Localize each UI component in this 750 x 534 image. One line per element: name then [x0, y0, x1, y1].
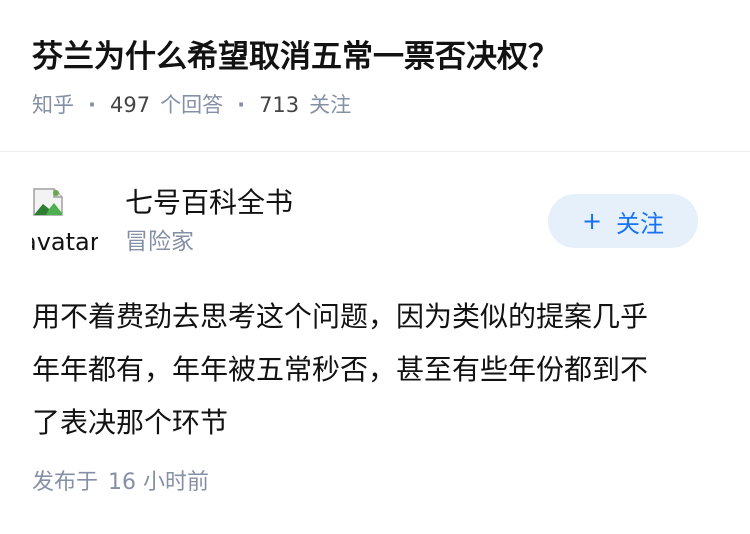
- answer-content[interactable]: 用不着费劲去思考这个问题，因为类似的提案几乎 年年都有，年年被五常秒否，甚至有些…: [32, 290, 707, 449]
- published-prefix: 发布于: [32, 470, 99, 495]
- answer-content-line: 年年都有，年年被五常秒否，甚至有些年份都到不: [32, 353, 649, 386]
- broken-image-icon: [33, 188, 63, 216]
- answer-count: 497: [109, 93, 151, 117]
- published-time: 16 小时前: [108, 470, 210, 495]
- answer-count-label[interactable]: 个回答: [160, 90, 223, 120]
- follower-count: 713: [259, 93, 300, 117]
- question-title[interactable]: 芬兰为什么希望取消五常一票否决权？: [32, 34, 722, 80]
- plus-icon: +: [581, 207, 603, 235]
- follower-count-label[interactable]: 关注: [309, 90, 351, 120]
- question-answer-card: 芬兰为什么希望取消五常一票否决权？ 知乎 · 497 个回答 · 713 关注 …: [0, 0, 750, 534]
- section-divider: [0, 151, 750, 152]
- question-meta: 知乎 · 497 个回答 · 713 关注: [32, 90, 722, 120]
- author-row: avatar 七号百科全书 冒险家 + 关注: [32, 184, 702, 264]
- answer-item: avatar 七号百科全书 冒险家 + 关注 用不着费劲去思考这个问题，因为类似…: [32, 184, 702, 449]
- avatar[interactable]: avatar: [32, 187, 98, 259]
- follow-button[interactable]: + 关注: [548, 194, 698, 248]
- answer-content-line: 了表决那个环节: [32, 406, 229, 439]
- meta-separator: ·: [237, 93, 246, 117]
- avatar-alt-text: avatar: [32, 228, 98, 256]
- answer-content-line: 用不着费劲去思考这个问题，因为类似的提案几乎: [32, 300, 649, 333]
- follow-button-label: 关注: [616, 209, 665, 238]
- question-header: 芬兰为什么希望取消五常一票否决权？ 知乎 · 497 个回答 · 713 关注: [32, 34, 722, 120]
- source-label[interactable]: 知乎: [32, 90, 74, 120]
- meta-separator: ·: [88, 93, 96, 117]
- author-badge: 冒险家: [125, 229, 194, 255]
- author-name[interactable]: 七号百科全书: [125, 184, 293, 222]
- answer-footer: 发布于 16 小时前: [32, 468, 209, 498]
